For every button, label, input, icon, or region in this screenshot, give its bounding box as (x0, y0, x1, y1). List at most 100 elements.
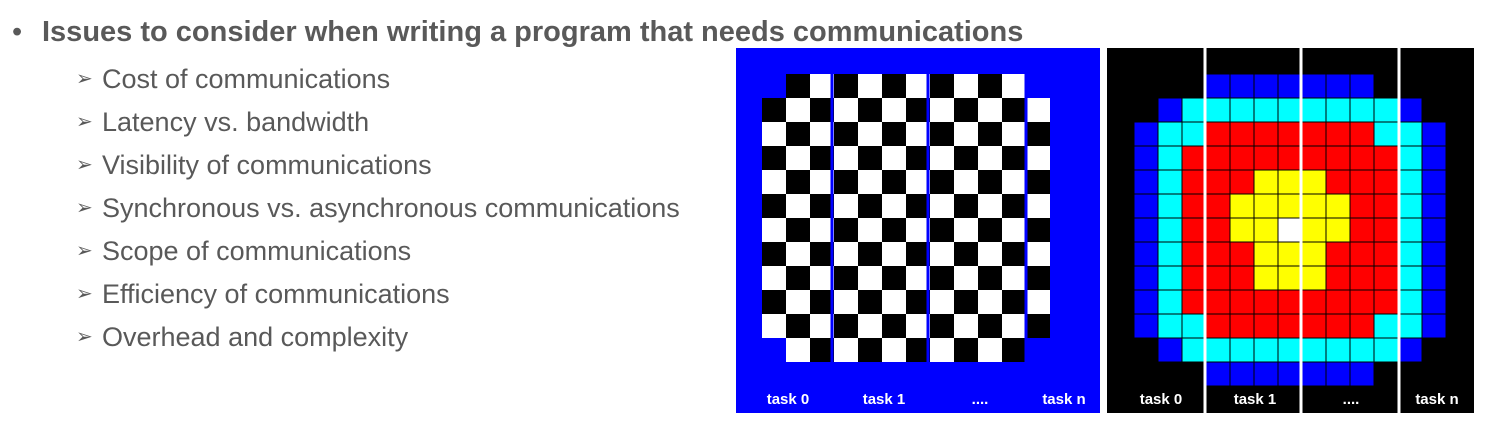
ring-cell (1133, 145, 1159, 171)
board-cell (786, 98, 810, 122)
board-cell (1002, 74, 1026, 98)
ring-cell (1229, 121, 1255, 147)
list-item-text: Overhead and complexity (102, 322, 409, 352)
ring-cell (1277, 193, 1303, 219)
board-cell (858, 338, 882, 362)
board-cell (858, 242, 882, 266)
board-cell (882, 170, 906, 194)
board-cell (978, 122, 1002, 146)
board-cell (1026, 146, 1050, 170)
sub-bullet-list: ➢ Cost of communications ➢ Latency vs. ban… (76, 58, 680, 359)
ring-cell (1325, 337, 1351, 363)
task-divider (830, 70, 834, 390)
ring-cell (1349, 121, 1375, 147)
board-cell (786, 266, 810, 290)
ring-cell (1397, 97, 1423, 123)
board-cell (810, 314, 834, 338)
ring-cell (1421, 289, 1447, 315)
ring-cell (1253, 73, 1279, 99)
ring-cell (1253, 193, 1279, 219)
board-cell (834, 314, 858, 338)
concentric-rings-decomposition: task 0 task 1.... task n (1107, 48, 1474, 413)
task-label: task 0 (767, 391, 810, 408)
ring-cell (1181, 313, 1207, 339)
board-cell (1026, 218, 1050, 242)
ring-cell (1253, 241, 1279, 267)
board-cell (906, 266, 930, 290)
ring-cell (1301, 217, 1327, 243)
ring-cell (1157, 337, 1183, 363)
ring-cell (1229, 289, 1255, 315)
board-cell (1026, 194, 1050, 218)
board-cell (882, 266, 906, 290)
ring-cell (1277, 289, 1303, 315)
ring-cell (1133, 265, 1159, 291)
board-cell (882, 74, 906, 98)
board-cell (954, 338, 978, 362)
board-cell (930, 242, 954, 266)
board-cell (906, 98, 930, 122)
board-cell (786, 314, 810, 338)
board-cell (954, 146, 978, 170)
task-divider (1024, 70, 1028, 390)
board-cell (930, 218, 954, 242)
ring-cell (1325, 193, 1351, 219)
board-cell (882, 98, 906, 122)
board-cell (786, 242, 810, 266)
board-cell (930, 290, 954, 314)
ring-cell (1349, 361, 1375, 387)
board-cell (762, 218, 786, 242)
board-cell (810, 194, 834, 218)
board-cell (978, 338, 1002, 362)
board-cell (858, 290, 882, 314)
board-cell (906, 74, 930, 98)
board-cell (834, 338, 858, 362)
arrow-bullet-icon: ➢ (76, 111, 93, 133)
ring-cell (1421, 145, 1447, 171)
list-item-text: Scope of communications (102, 236, 412, 266)
board-cell (906, 122, 930, 146)
board-cell (978, 170, 1002, 194)
ring-cell (1157, 313, 1183, 339)
ring-cell (1325, 73, 1351, 99)
ring-cell (1229, 337, 1255, 363)
board-cell (810, 98, 834, 122)
board-cell (930, 314, 954, 338)
board-cell (882, 218, 906, 242)
board-cell (1026, 170, 1050, 194)
list-item: ➢ Overhead and complexity (76, 316, 680, 359)
board-cell (954, 98, 978, 122)
list-item: ➢ Synchronous vs. asynchronous communicat… (76, 187, 680, 230)
board-cell (1002, 266, 1026, 290)
board-cell (834, 74, 858, 98)
task-divider (1203, 48, 1207, 413)
ring-cell (1301, 97, 1327, 123)
ring-cell (1157, 193, 1183, 219)
board-cell (1002, 338, 1026, 362)
ring-cell (1253, 169, 1279, 195)
ring-cell (1349, 265, 1375, 291)
ring-cell (1373, 121, 1399, 147)
ring-cell (1325, 169, 1351, 195)
board-cell (882, 338, 906, 362)
board-cell (954, 122, 978, 146)
board-cell (762, 170, 786, 194)
bullet-marker: • (12, 16, 23, 48)
board-cell (810, 218, 834, 242)
board-cell (858, 314, 882, 338)
board-cell (978, 266, 1002, 290)
task-label: task n (1415, 391, 1458, 408)
ring-cell (1349, 145, 1375, 171)
task-divider (1397, 48, 1401, 413)
ring-cell (1181, 97, 1207, 123)
board-cell (1026, 290, 1050, 314)
ring-cell (1277, 145, 1303, 171)
ring-cell (1301, 241, 1327, 267)
board-cell (834, 218, 858, 242)
ring-cell (1277, 97, 1303, 123)
heading-text: Issues to consider when writing a progra… (42, 16, 1024, 48)
ring-cell (1253, 313, 1279, 339)
list-item: ➢ Latency vs. bandwidth (76, 101, 680, 144)
board-cell (810, 290, 834, 314)
ring-cell (1181, 121, 1207, 147)
